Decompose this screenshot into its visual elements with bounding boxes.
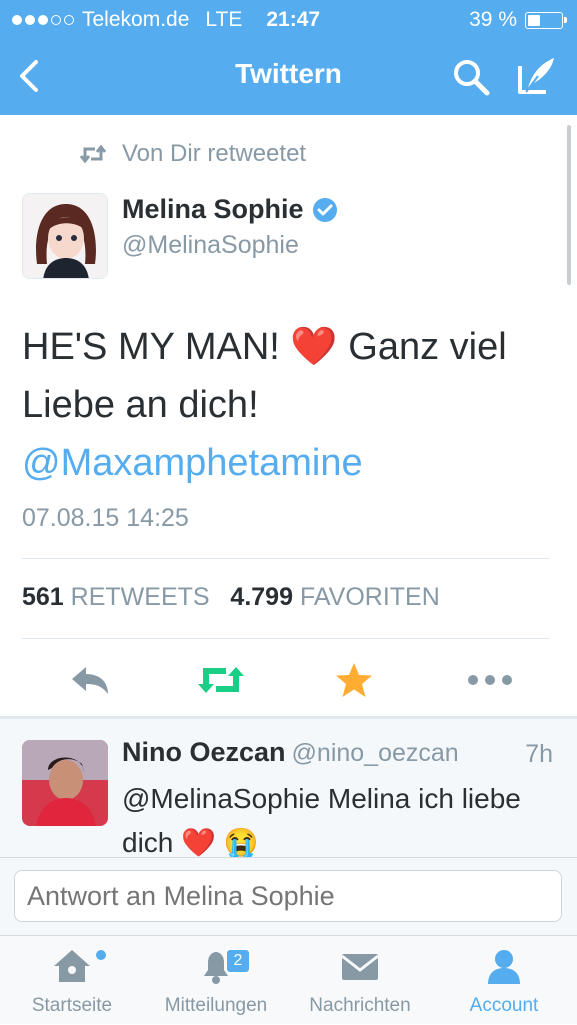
reply-author[interactable]: Nino Oezcan @nino_oezcan (122, 737, 459, 768)
tab-account[interactable]: Account (432, 936, 576, 1025)
notification-badge: 2 (225, 948, 251, 974)
navigation-bar: Twittern (0, 38, 577, 115)
compose-tweet-icon[interactable] (514, 54, 560, 98)
retweet-button[interactable] (193, 658, 249, 702)
tab-notifications[interactable]: 2 Mitteilungen (144, 936, 288, 1025)
tweet-text: HE'S MY MAN! ❤️ Ganz viel Liebe an dich!… (22, 318, 552, 492)
tab-messages[interactable]: Nachrichten (288, 936, 432, 1025)
top-bar: Telekom.de LTE 21:47 39 % Twittern (0, 0, 577, 115)
tab-messages-label: Nachrichten (309, 995, 411, 1016)
favorite-count[interactable]: 4.799 (230, 583, 293, 611)
tweet-actions (0, 658, 577, 706)
heart-emoji: ❤️ (290, 326, 338, 368)
reply-text: @MelinaSophie Melina ich liebe dich ❤️ 😭 (122, 777, 562, 857)
retweet-note-text: Von Dir retweetet (122, 140, 307, 167)
more-icon (468, 675, 512, 685)
author-name[interactable]: Melina Sophie (122, 194, 338, 225)
envelope-icon (341, 954, 379, 980)
reply-author-avatar[interactable] (22, 740, 108, 826)
favorite-button[interactable] (326, 658, 382, 702)
status-bar: Telekom.de LTE 21:47 39 % (0, 0, 577, 38)
scrollbar[interactable] (567, 125, 571, 285)
retweet-icon (198, 667, 244, 693)
tweet-timestamp: 07.08.15 14:25 (22, 504, 189, 532)
reply-icon (72, 667, 108, 694)
retweets-label[interactable]: RETWEETS (71, 583, 210, 611)
clock: 21:47 (266, 8, 321, 31)
star-icon (336, 663, 372, 697)
author-handle[interactable]: @MelinaSophie (122, 231, 299, 260)
reply-composer (0, 857, 577, 935)
more-options-button[interactable] (462, 658, 518, 702)
reply-time-ago: 7h (525, 740, 553, 768)
person-icon (488, 950, 520, 984)
network-type: LTE (205, 8, 243, 31)
reply-author-handle[interactable]: @nino_oezcan (292, 739, 459, 767)
tweet-text-part1: HE'S MY MAN! (22, 326, 280, 368)
tab-account-label: Account (469, 995, 539, 1016)
tab-home-label: Startseite (31, 995, 113, 1016)
reply-tweet[interactable]: Nino Oezcan @nino_oezcan 7h @MelinaSophie… (0, 719, 577, 857)
battery-percentage: 39 % (469, 8, 517, 31)
reply-input[interactable] (14, 870, 562, 922)
tweet-stats: 561 RETWEETS 4.799 FAVORITEN (22, 583, 440, 612)
reply-button[interactable] (62, 658, 118, 702)
divider (22, 558, 550, 559)
retweeted-by-you-note: Von Dir retweetet (80, 140, 306, 168)
carrier-name: Telekom.de (82, 8, 190, 31)
author-avatar[interactable] (22, 193, 108, 279)
tab-notifications-label: Mitteilungen (164, 995, 268, 1016)
author-name-text[interactable]: Melina Sophie (122, 194, 304, 225)
verified-badge-icon (312, 197, 337, 222)
home-icon (54, 950, 90, 982)
mention-link[interactable]: @Maxamphetamine (22, 434, 552, 492)
retweet-count[interactable]: 561 (22, 583, 64, 611)
favorites-label[interactable]: FAVORITEN (300, 583, 440, 611)
new-content-dot (96, 950, 106, 960)
reply-author-name[interactable]: Nino Oezcan (122, 737, 286, 767)
divider (22, 638, 550, 639)
reply-emoji: ❤️ 😭 (181, 827, 259, 857)
signal-strength-icon (12, 15, 74, 25)
retweet-small-icon (80, 144, 106, 164)
battery-icon (525, 11, 567, 29)
tab-home[interactable]: Startseite (0, 936, 144, 1025)
tab-bar: Startseite 2 Mitteilungen Nachrichten Ac… (0, 935, 577, 1024)
search-icon[interactable] (450, 56, 492, 98)
